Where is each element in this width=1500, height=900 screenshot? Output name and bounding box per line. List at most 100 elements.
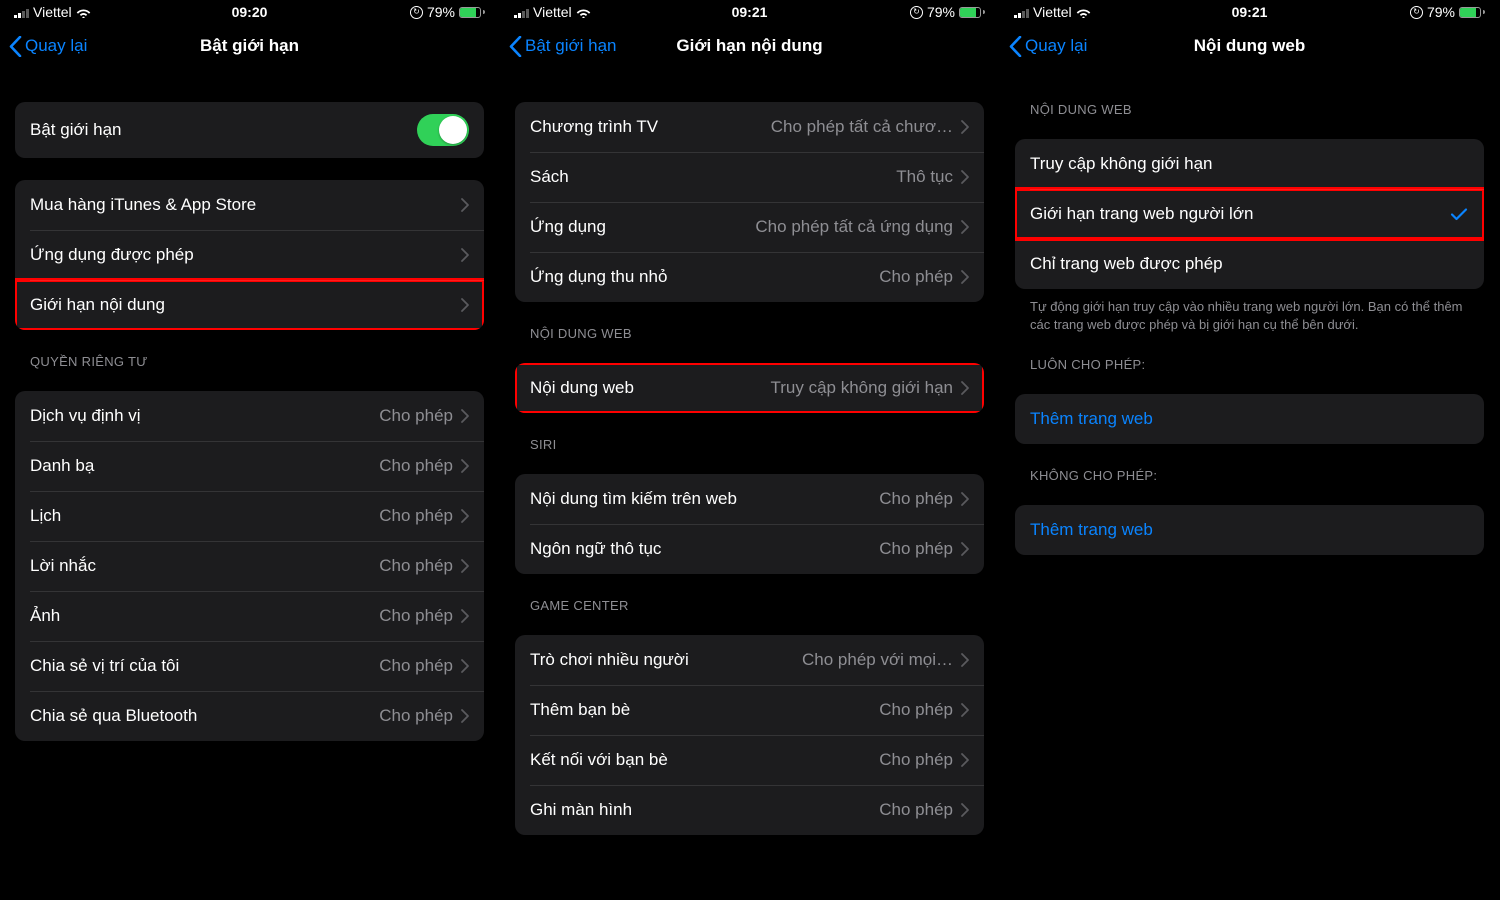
row-value: Cho phép [379,706,453,726]
chevron-right-icon [961,653,969,667]
row-label: Ứng dụng thu nhỏ [530,267,667,287]
chevron-right-icon [461,248,469,262]
clock: 09:21 [500,4,999,20]
row-value: Cho phép [879,750,953,770]
section-header: KHÔNG CHO PHÉP: [1030,468,1469,483]
row-photos[interactable]: Ảnh Cho phép [15,591,484,641]
checkmark-icon [1449,204,1469,224]
chevron-right-icon [961,381,969,395]
row-value: Cho phép với mọi… [802,650,953,670]
row-location-services[interactable]: Dịch vụ định vị Cho phép [15,391,484,441]
add-website-allow[interactable]: Thêm trang web [1015,394,1484,444]
section-header: NỘI DUNG WEB [530,326,969,341]
row-label: Lời nhắc [30,556,96,576]
section-header: QUYỀN RIÊNG TƯ [30,354,469,369]
settings-group: Chương trình TV Cho phép tất cả chươ… Sá… [515,102,984,302]
back-button[interactable]: Quay lại [0,36,87,57]
row-label: Dịch vụ định vị [30,406,141,426]
enable-restrictions-switch[interactable] [417,114,469,146]
row-adding-friends[interactable]: Thêm bạn bè Cho phép [515,685,984,735]
section-header: NỘI DUNG WEB [1030,102,1469,117]
chevron-right-icon [461,709,469,723]
row-books[interactable]: Sách Thô tục [515,152,984,202]
status-bar: Viettel 09:20 ↻ 79% [0,0,499,24]
settings-content: Chương trình TV Cho phép tất cả chươ… Sá… [500,68,999,835]
back-label: Quay lại [1025,36,1087,56]
settings-content: Bật giới hạn Mua hàng iTunes & App Store… [0,68,499,741]
row-web-search-content[interactable]: Nội dung tìm kiếm trên web Cho phép [515,474,984,524]
chevron-right-icon [461,609,469,623]
section-header: GAME CENTER [530,598,969,613]
row-value: Cho phép [879,539,953,559]
row-label: Chương trình TV [530,117,658,137]
chevron-left-icon [9,36,22,57]
row-label: Kết nối với bạn bè [530,750,668,770]
chevron-right-icon [961,753,969,767]
row-value: Cho phép [879,267,953,287]
row-multiplayer[interactable]: Trò chơi nhiều người Cho phép với mọi… [515,635,984,685]
row-value: Cho phép tất cả chươ… [771,117,953,137]
row-share-my-location[interactable]: Chia sẻ vị trí của tôi Cho phép [15,641,484,691]
row-calendars[interactable]: Lịch Cho phép [15,491,484,541]
option-unrestricted[interactable]: Truy cập không giới hạn [1015,139,1484,189]
settings-content: NỘI DUNG WEB Truy cập không giới hạn Giớ… [1000,68,1499,555]
phone-screen-3: Viettel 09:21 ↻ 79% Quay lại Nội dung we… [1000,0,1500,900]
back-label: Bật giới hạn [525,36,616,56]
settings-group: Bật giới hạn [15,102,484,158]
row-reminders[interactable]: Lời nhắc Cho phép [15,541,484,591]
row-bluetooth-sharing[interactable]: Chia sẻ qua Bluetooth Cho phép [15,691,484,741]
row-content-restrictions[interactable]: Giới hạn nội dung [15,280,484,330]
settings-group: Trò chơi nhiều người Cho phép với mọi… T… [515,635,984,835]
settings-group: Thêm trang web [1015,505,1484,555]
row-value: Cho phép [379,606,453,626]
nav-bar: Quay lại Bật giới hạn [0,24,499,68]
row-explicit-language[interactable]: Ngôn ngữ thô tục Cho phép [515,524,984,574]
row-allowed-apps[interactable]: Ứng dụng được phép [15,230,484,280]
back-button[interactable]: Quay lại [1000,36,1087,57]
chevron-right-icon [961,220,969,234]
row-label: Truy cập không giới hạn [1030,154,1213,174]
settings-group: Nội dung tìm kiếm trên web Cho phép Ngôn… [515,474,984,574]
chevron-right-icon [961,170,969,184]
option-allowed-only[interactable]: Chỉ trang web được phép [1015,239,1484,289]
row-apps[interactable]: Ứng dụng Cho phép tất cả ứng dụng [515,202,984,252]
chevron-right-icon [961,703,969,717]
row-label: Chia sẻ qua Bluetooth [30,706,197,726]
row-tv-shows[interactable]: Chương trình TV Cho phép tất cả chươ… [515,102,984,152]
settings-group: Truy cập không giới hạn Giới hạn trang w… [1015,139,1484,289]
chevron-right-icon [961,542,969,556]
row-label: Ứng dụng [530,217,606,237]
back-label: Quay lại [25,36,87,56]
row-label: Bật giới hạn [30,120,121,140]
row-label: Chia sẻ vị trí của tôi [30,656,179,676]
row-label: Giới hạn nội dung [30,295,165,315]
row-web-content[interactable]: Nội dung web Truy cập không giới hạn [515,363,984,413]
row-value: Cho phép [879,700,953,720]
row-label: Ghi màn hình [530,800,632,820]
row-contacts[interactable]: Danh bạ Cho phép [15,441,484,491]
settings-group: Dịch vụ định vị Cho phép Danh bạ Cho phé… [15,391,484,741]
back-button[interactable]: Bật giới hạn [500,36,616,57]
row-label: Ứng dụng được phép [30,245,194,265]
phone-screen-2: Viettel 09:21 ↻ 79% Bật giới hạn Giới hạ… [500,0,1000,900]
row-label: Chỉ trang web được phép [1030,254,1223,274]
status-bar: Viettel 09:21 ↻ 79% [1000,0,1499,24]
chevron-right-icon [461,459,469,473]
clock: 09:21 [1000,4,1499,20]
row-label: Thêm bạn bè [530,700,630,720]
settings-group: Mua hàng iTunes & App Store Ứng dụng đượ… [15,180,484,330]
row-screen-recording[interactable]: Ghi màn hình Cho phép [515,785,984,835]
add-website-deny[interactable]: Thêm trang web [1015,505,1484,555]
section-header: SIRI [530,437,969,452]
chevron-right-icon [961,492,969,506]
row-value: Thô tục [896,167,953,187]
row-itunes-appstore[interactable]: Mua hàng iTunes & App Store [15,180,484,230]
chevron-right-icon [961,803,969,817]
clock: 09:20 [0,4,499,20]
option-limit-adult[interactable]: Giới hạn trang web người lớn [1015,189,1484,239]
row-value: Cho phép [379,556,453,576]
row-app-clips[interactable]: Ứng dụng thu nhỏ Cho phép [515,252,984,302]
row-label: Trò chơi nhiều người [530,650,689,670]
row-connect-friends[interactable]: Kết nối với bạn bè Cho phép [515,735,984,785]
row-value: Cho phép [879,800,953,820]
